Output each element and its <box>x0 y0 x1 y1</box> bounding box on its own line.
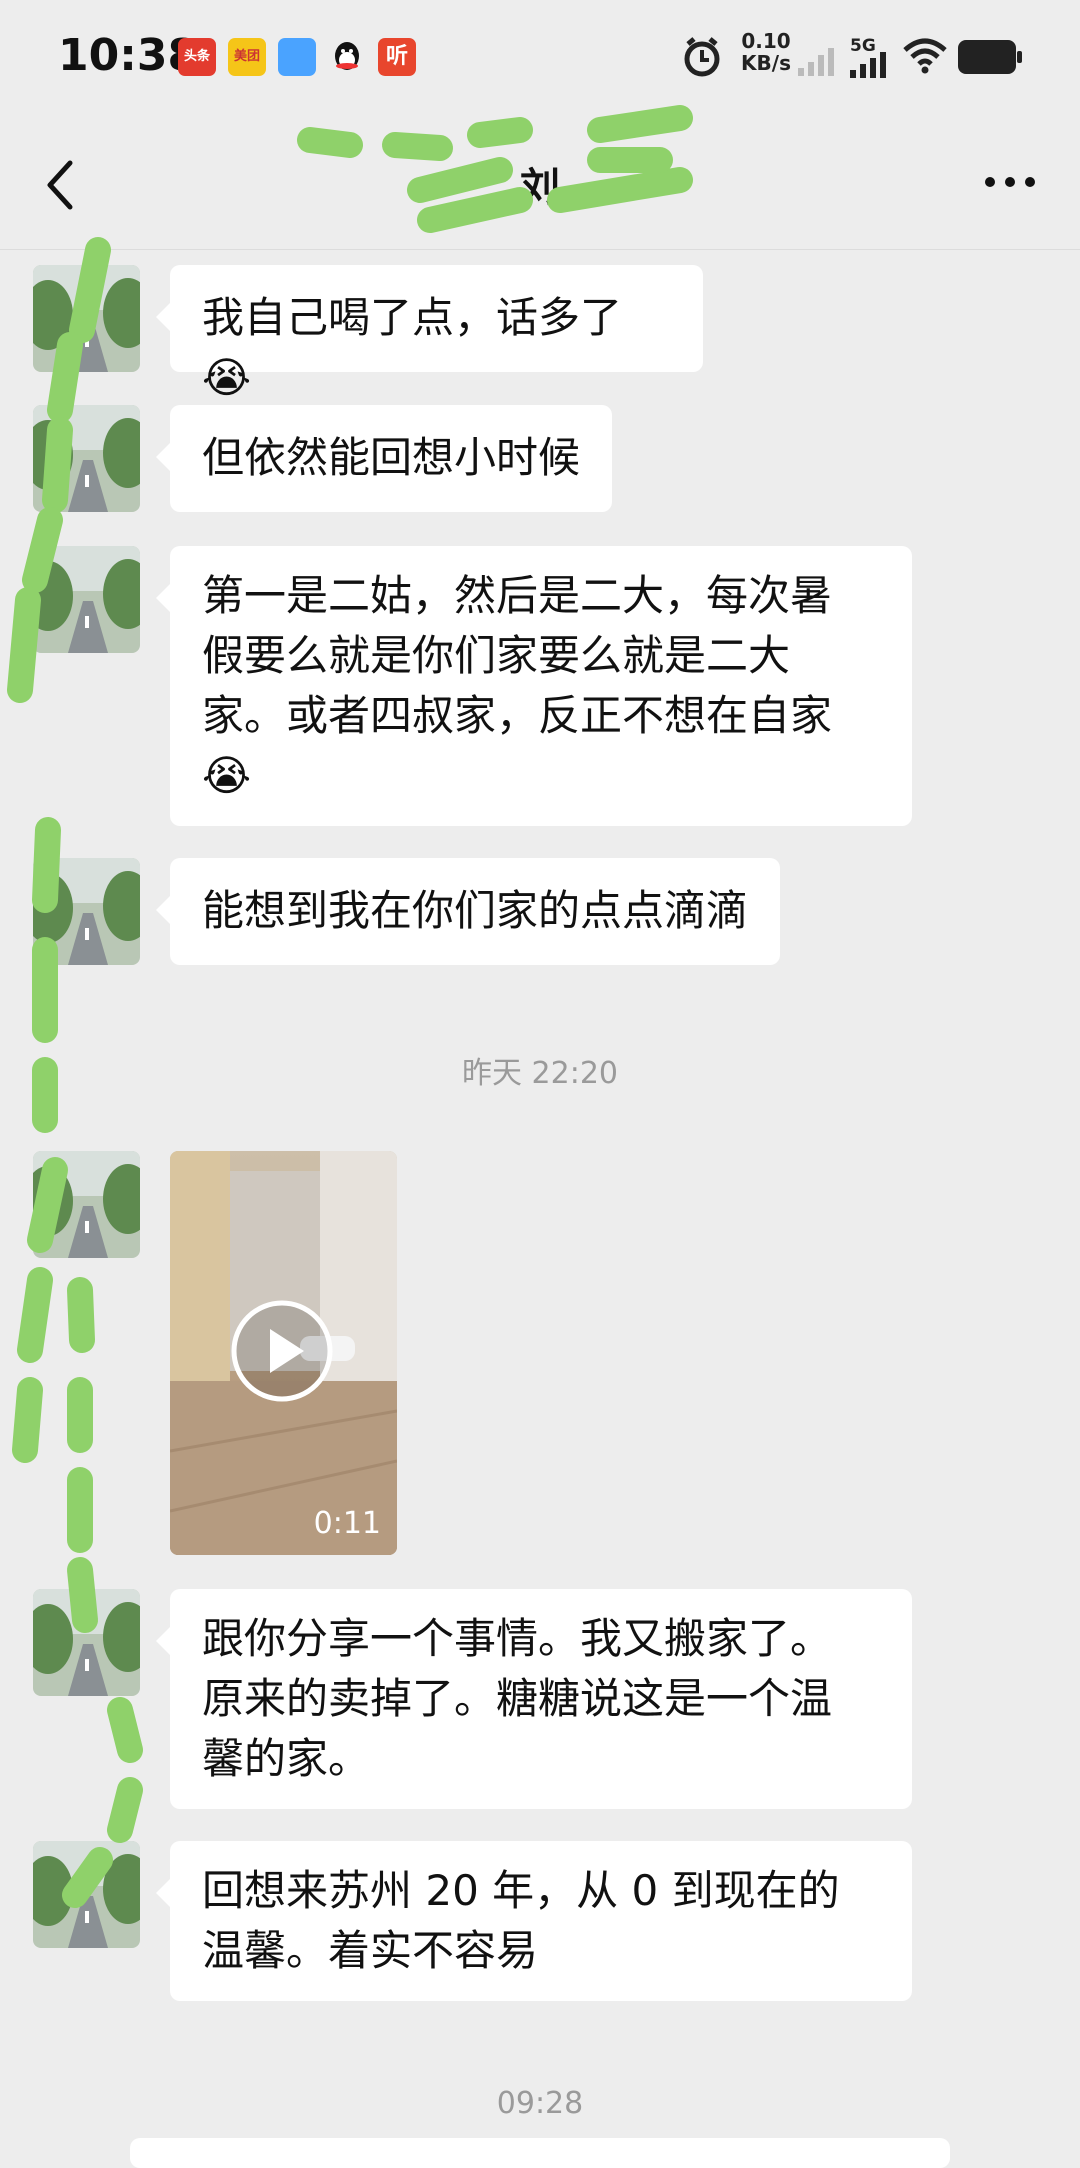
contact-avatar[interactable] <box>33 1589 140 1696</box>
network-speed-unit: KB/s <box>741 51 791 75</box>
meituan-app-icon: 美团 <box>228 38 266 76</box>
contact-avatar[interactable] <box>33 405 140 512</box>
video-message[interactable]: 0:11 <box>170 1151 397 1555</box>
chat-timestamp: 09:28 <box>496 2086 584 2121</box>
contact-avatar[interactable] <box>33 1841 140 1948</box>
alarm-icon <box>684 37 720 77</box>
signal-icon <box>850 52 886 78</box>
message-text: 但依然能回想小时候 <box>202 433 581 482</box>
files-app-icon <box>278 38 316 76</box>
message-bubble[interactable]: 能想到我在你们家的点点滴滴 <box>156 858 780 965</box>
message-bubble[interactable]: 第一是二姑，然后是二大，每次暑 假要么就是你们家要么就是二大 家。或者四叔家，反… <box>156 546 912 826</box>
message-text: 第一是二姑，然后是二大，每次暑 假要么就是你们家要么就是二大 家。或者四叔家，反… <box>202 571 833 800</box>
battery-icon <box>958 40 1022 74</box>
signal-weak-icon <box>798 48 834 76</box>
message-text: 跟你分享一个事情。我又搬家了。 原来的卖掉了。糖糖说这是一个温 馨的家。 <box>202 1614 833 1783</box>
message-text: 回想来苏州 20 年，从 0 到现在的 温馨。着实不容易 <box>202 1866 840 1975</box>
network-speed: 0.10 KB/s <box>738 30 794 74</box>
message-bubble[interactable]: 我自己喝了点，话多了😭 <box>156 265 703 402</box>
message-text: 我自己喝了点，话多了😭 <box>202 293 623 402</box>
nav-divider <box>0 249 1080 250</box>
qq-app-icon <box>328 38 366 76</box>
more-options-icon[interactable] <box>982 167 1038 197</box>
chat-title: 刘 <box>520 165 560 211</box>
wifi-icon <box>903 38 947 74</box>
message-bubble[interactable]: 回想来苏州 20 年，从 0 到现在的 温馨。着实不容易 <box>156 1841 912 2001</box>
contact-avatar[interactable] <box>33 265 140 372</box>
contact-avatar[interactable] <box>33 858 140 965</box>
message-input-bar[interactable] <box>130 2138 950 2168</box>
toutiao-app-icon: 头条 <box>178 38 216 76</box>
message-text: 能想到我在你们家的点点滴滴 <box>202 886 749 935</box>
message-bubble[interactable]: 但依然能回想小时候 <box>156 405 612 512</box>
contact-avatar[interactable] <box>33 1151 140 1258</box>
message-bubble[interactable]: 跟你分享一个事情。我又搬家了。 原来的卖掉了。糖糖说这是一个温 馨的家。 <box>156 1589 912 1809</box>
status-bar: 10:38 头条 美团 听 0.10 KB/s 5G <box>0 0 1080 115</box>
ting-app-icon: 听 <box>378 38 416 76</box>
chat-nav-bar: 刘 <box>0 115 1080 250</box>
network-speed-value: 0.10 <box>741 29 791 53</box>
video-duration: 0:11 <box>313 1506 381 1541</box>
chat-timestamp: 昨天 22:20 <box>462 1056 618 1091</box>
back-icon[interactable] <box>36 155 86 215</box>
contact-avatar[interactable] <box>33 546 140 653</box>
play-icon[interactable] <box>230 1299 334 1403</box>
